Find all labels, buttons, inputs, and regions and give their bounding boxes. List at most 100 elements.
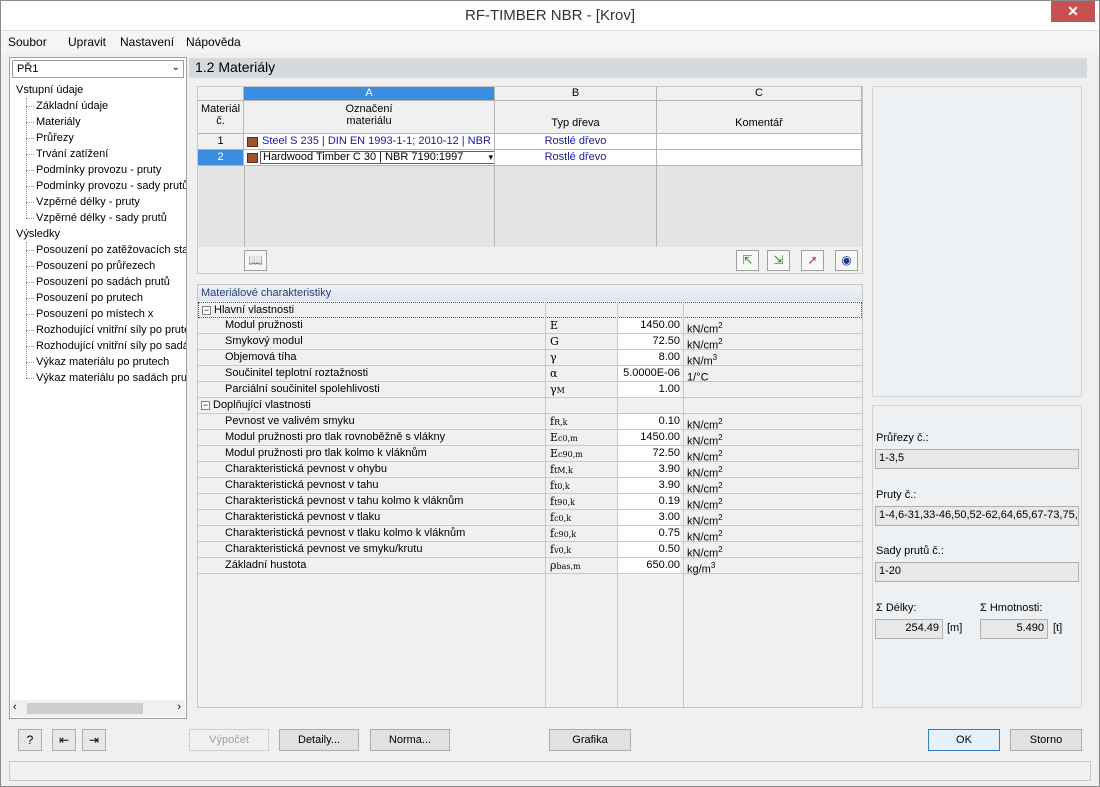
tree-item-service-sets[interactable]: Podmínky provozu - sady prutů [36, 178, 186, 194]
bottom-toolbar: ? ⇤ ⇥ Výpočet Detaily... Norma... Grafik… [1, 719, 1099, 759]
property-row: Charakteristická pevnost ve smyku/krutu f… [198, 542, 862, 560]
comment-cell-1[interactable] [657, 134, 862, 150]
property-row: Charakteristická pevnost v tahu ft0,k 3.90… [198, 478, 862, 496]
collapse-icon[interactable]: − [201, 401, 210, 410]
property-row: Charakteristická pevnost v ohybu ftM,k 3.9… [198, 462, 862, 480]
material-preview-panel [872, 86, 1082, 397]
tree-item-parts-members[interactable]: Výkaz materiálu po prutech [36, 354, 169, 370]
import-excel-icon[interactable]: ⇲ [767, 250, 790, 271]
tree-item-parts-sets[interactable]: Výkaz materiálu po sadách prutů [36, 370, 186, 386]
title-bar: RF-TIMBER NBR - [Krov] ✕ [1, 1, 1099, 31]
row-number-2[interactable]: 2 [198, 150, 244, 166]
property-row: Smykový modul G 72.50 kN/cm2 [198, 334, 862, 352]
lengths-unit: [m] [947, 622, 963, 634]
mass-value: 5.490 [980, 619, 1048, 639]
group-main-properties[interactable]: − Hlavní vlastnosti [198, 302, 862, 318]
sets-field: 1-20 [875, 562, 1079, 582]
column-letter-c[interactable]: C [657, 87, 862, 101]
column-letter-a[interactable]: A [244, 87, 495, 101]
column-header-comment: Komentář [657, 101, 862, 134]
load-case-select[interactable]: PŘ1 ⌄ [12, 60, 184, 78]
tree-item-materials[interactable]: Materiály [36, 114, 81, 130]
tree-item-load-duration[interactable]: Trvání zatížení [36, 146, 108, 162]
tree-item-buckling-members[interactable]: Vzpěrné délky - pruty [36, 194, 140, 210]
navigator-tree: Vstupní údaje Základní údaje Materiály P… [10, 82, 186, 702]
material-properties-panel: Materiálové charakteristiky − Hlavní vla… [197, 284, 863, 708]
tree-item-design-members[interactable]: Posouzení po prutech [36, 290, 143, 306]
materials-grid-panel: A B C Materiál č. Označení materiálu Typ… [197, 86, 863, 274]
lengths-label: Σ Délky: [876, 602, 917, 614]
scroll-thumb[interactable] [27, 703, 143, 714]
property-row: Modul pružnosti pro tlak rovnoběžně s vl… [198, 430, 862, 448]
property-row: Charakteristická pevnost v tlaku fc0,k 3.0… [198, 510, 862, 528]
mass-label: Σ Hmotnosti: [980, 602, 1043, 614]
ok-button[interactable]: OK [928, 729, 1000, 751]
tree-item-forces-members[interactable]: Rozhodující vnitřní síly po prutech [36, 322, 186, 338]
tree-item-service-members[interactable]: Podmínky provozu - pruty [36, 162, 161, 178]
menu-soubor[interactable]: Soubor [8, 35, 47, 49]
sets-label: Sady prutů č.: [876, 545, 944, 557]
close-icon[interactable]: ✕ [1051, 1, 1095, 22]
material-combo[interactable]: Hardwood Timber C 30 | NBR 7190:1997 ▾ [260, 151, 494, 164]
material-library-icon[interactable]: 📖 [244, 250, 267, 271]
wood-type-cell-1[interactable]: Rostlé dřevo [495, 134, 657, 150]
tree-item-design-x[interactable]: Posouzení po místech x [36, 306, 153, 322]
next-table-icon[interactable]: ⇥ [82, 729, 106, 751]
view-eye-icon[interactable]: ◉ [835, 250, 858, 271]
property-row: Modul pružnosti E 1450.00 kN/cm2 [198, 318, 862, 336]
sections-label: Průřezy č.: [876, 432, 929, 444]
previous-table-icon[interactable]: ⇤ [52, 729, 76, 751]
tree-group-results[interactable]: Výsledky [16, 226, 60, 242]
comment-cell-2[interactable] [657, 150, 862, 166]
tree-item-design-sections[interactable]: Posouzení po průřezech [36, 258, 155, 274]
scroll-right-icon[interactable]: › [177, 701, 181, 713]
details-button[interactable]: Detaily... [279, 729, 359, 751]
property-row: Pevnost ve valivém smyku fR,k 0.10 kN/cm2 [198, 414, 862, 432]
row-number-1[interactable]: 1 [198, 134, 244, 150]
menu-nastaveni[interactable]: Nastavení [120, 35, 174, 49]
property-row: Objemová tíha γ 8.00 kN/m3 [198, 350, 862, 368]
wood-type-cell-2[interactable]: Rostlé dřevo [495, 150, 657, 166]
tree-item-buckling-sets[interactable]: Vzpěrné délky - sady prutů [36, 210, 167, 226]
tree-item-design-lc[interactable]: Posouzení po zatěžovacích stavech [36, 242, 186, 258]
pick-graphics-icon[interactable]: ➚ [801, 250, 824, 271]
tree-item-cross-sections[interactable]: Průřezy [36, 130, 74, 146]
navigator-hscrollbar[interactable]: ‹ › [11, 700, 185, 717]
collapse-icon[interactable]: − [202, 306, 211, 315]
property-row: Součinitel teplotní roztažnosti α 5.0000E-… [198, 366, 862, 384]
tree-item-basic-data[interactable]: Základní údaje [36, 98, 108, 114]
dropdown-arrow-icon[interactable]: ▾ [488, 152, 493, 163]
mass-unit: [t] [1053, 622, 1063, 634]
export-excel-icon[interactable]: ⇱ [736, 250, 759, 271]
graphics-button[interactable]: Grafika [549, 729, 631, 751]
norm-button[interactable]: Norma... [370, 729, 450, 751]
row-header-title: Materiál č. [198, 101, 244, 134]
members-field: 1-4,6-31,33-46,50,52-62,64,65,67-73,75,8 [875, 506, 1079, 526]
chevron-down-icon: ⌄ [171, 62, 180, 73]
scroll-left-icon[interactable]: ‹ [13, 701, 17, 713]
menu-bar: Soubor Upravit Nastavení Nápověda [1, 31, 1099, 53]
property-row: Základní hustota ρbas,m 650.00 kg/m3 [198, 558, 862, 576]
tree-group-input[interactable]: Vstupní údaje [16, 82, 83, 98]
property-row: Modul pružnosti pro tlak kolmo k vláknům… [198, 446, 862, 464]
column-letter-b[interactable]: B [495, 87, 657, 101]
calculate-button[interactable]: Výpočet [189, 729, 269, 751]
property-row: Charakteristická pevnost v tahu kolmo k … [198, 494, 862, 512]
members-label: Pruty č.: [876, 489, 917, 501]
tree-item-forces-sets[interactable]: Rozhodující vnitřní síly po sadách prutů [36, 338, 186, 354]
column-header-wood-type: Typ dřeva [495, 101, 657, 134]
cancel-button[interactable]: Storno [1010, 729, 1082, 751]
menu-upravit[interactable]: Upravit [68, 35, 106, 49]
tree-item-design-sets[interactable]: Posouzení po sadách prutů [36, 274, 170, 290]
sections-field: 1-3,5 [875, 449, 1079, 469]
material-cell-1[interactable]: Steel S 235 | DIN EN 1993-1-1; 2010-12 |… [244, 134, 495, 150]
info-panel: Průřezy č.: 1-3,5 Pruty č.: 1-4,6-31,33-… [872, 405, 1082, 708]
page-title: 1.2 Materiály [189, 58, 1087, 78]
material-cell-2[interactable]: Hardwood Timber C 30 | NBR 7190:1997 ▾ [244, 150, 495, 166]
menu-napoveda[interactable]: Nápověda [186, 35, 241, 49]
app-window: RF-TIMBER NBR - [Krov] ✕ Soubor Upravit … [0, 0, 1100, 787]
help-icon[interactable]: ? [18, 729, 42, 751]
window-title: RF-TIMBER NBR - [Krov] [464, 7, 635, 24]
group-additional-properties[interactable]: − Doplňující vlastnosti [198, 398, 862, 414]
material-color-swatch [247, 153, 258, 163]
